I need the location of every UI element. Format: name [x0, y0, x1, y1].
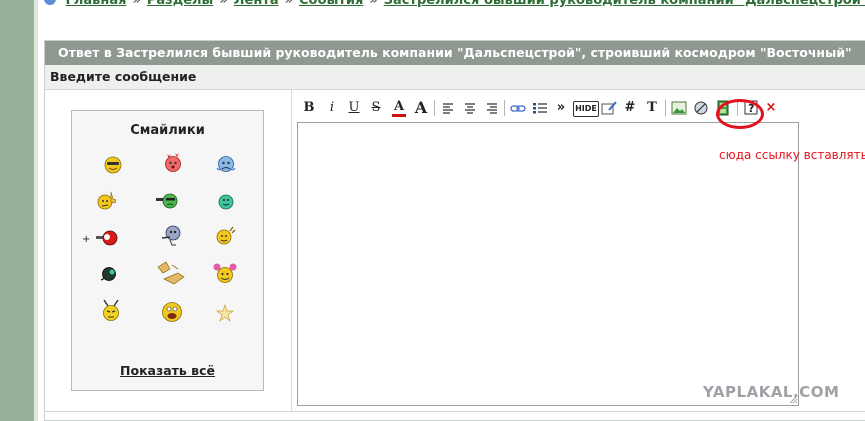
show-all-smilies-link[interactable]: Показать всё [72, 363, 263, 378]
tex-button[interactable]: T [646, 98, 658, 118]
watermark: YAPLAKAL.COM [703, 383, 840, 401]
star-smiley-icon[interactable] [215, 303, 235, 323]
clapping-hands-icon[interactable] [156, 259, 188, 285]
breadcrumb: Главная » Разделы » Лента » События » Застрелилс… [44, 0, 865, 9]
italic-button[interactable]: i [326, 98, 338, 118]
hide-button[interactable]: HIDE [573, 101, 599, 117]
editor-column: B i U S A A » HIDE # T ? × [291, 90, 865, 412]
crying-smiley-icon[interactable] [215, 153, 237, 175]
pointing-smiley-icon[interactable] [160, 224, 182, 246]
image-icon[interactable] [671, 98, 687, 118]
dark-smiley-icon[interactable] [98, 263, 120, 285]
page-left-border-inner [34, 0, 38, 421]
message-subheader: Введите сообщение [45, 65, 865, 90]
search-globe-icon[interactable] [693, 98, 709, 118]
breadcrumb-topic[interactable]: Застрелился бывший руководитель компании… [384, 0, 865, 8]
annotation-text: сюда ссылку вставлять [719, 148, 865, 162]
hash-button[interactable]: # [624, 98, 636, 118]
toolbar-separator [434, 100, 435, 116]
breadcrumb-separator: » [369, 0, 378, 8]
breadcrumb-separator: » [219, 0, 228, 8]
breadcrumb-sections[interactable]: Разделы [147, 0, 213, 8]
edit-pencil-icon[interactable] [601, 98, 617, 118]
thinking-smiley-icon[interactable] [96, 189, 118, 211]
smilies-box: Смайлики + Показать всё [71, 110, 264, 391]
girl-smiley-icon[interactable] [212, 261, 238, 287]
breadcrumb-events[interactable]: События [299, 0, 363, 8]
toolbar-separator [665, 100, 666, 116]
horned-smiley-icon[interactable] [100, 298, 122, 324]
toolbar-separator [504, 100, 505, 116]
breadcrumb-home[interactable]: Главная [66, 0, 127, 8]
laughing-smiley-icon[interactable] [160, 300, 184, 324]
love-smiley-icon[interactable] [162, 151, 184, 173]
align-right-icon[interactable] [485, 98, 499, 118]
close-button[interactable]: × [765, 98, 777, 118]
page-left-border [0, 0, 34, 421]
align-center-icon[interactable] [463, 98, 477, 118]
link-icon[interactable] [510, 98, 526, 118]
smilies-title: Смайлики [130, 123, 205, 138]
strikethrough-button[interactable]: S [370, 98, 382, 118]
breadcrumb-separator: » [132, 0, 141, 8]
align-left-icon[interactable] [441, 98, 455, 118]
reply-title: Ответ в Застрелился бывший руководитель … [45, 41, 865, 65]
svg-text:+: + [82, 234, 90, 245]
reply-panel: Ответ в Застрелился бывший руководитель … [44, 40, 865, 421]
more-button[interactable]: » [555, 98, 567, 118]
green-smiley-icon[interactable] [215, 191, 237, 213]
panel-bottom-divider [45, 411, 865, 412]
waving-smiley-icon[interactable] [214, 225, 236, 247]
breadcrumb-separator: » [284, 0, 294, 8]
breadcrumb-feed[interactable]: Лента [234, 0, 279, 8]
message-textarea[interactable] [297, 122, 799, 406]
cool-smiley-icon[interactable] [102, 153, 124, 175]
smilies-column: Смайлики + Показать всё [45, 90, 292, 412]
gun-smiley-icon[interactable] [156, 190, 178, 212]
annotation-circle [716, 99, 764, 129]
font-color-button[interactable]: A [392, 98, 406, 117]
font-size-button[interactable]: A [413, 98, 429, 118]
underline-button[interactable]: U [348, 98, 360, 118]
info-icon [44, 0, 56, 5]
shooter-smiley-icon[interactable]: + [82, 227, 118, 249]
bold-button[interactable]: B [303, 98, 315, 118]
list-icon[interactable] [532, 98, 548, 118]
